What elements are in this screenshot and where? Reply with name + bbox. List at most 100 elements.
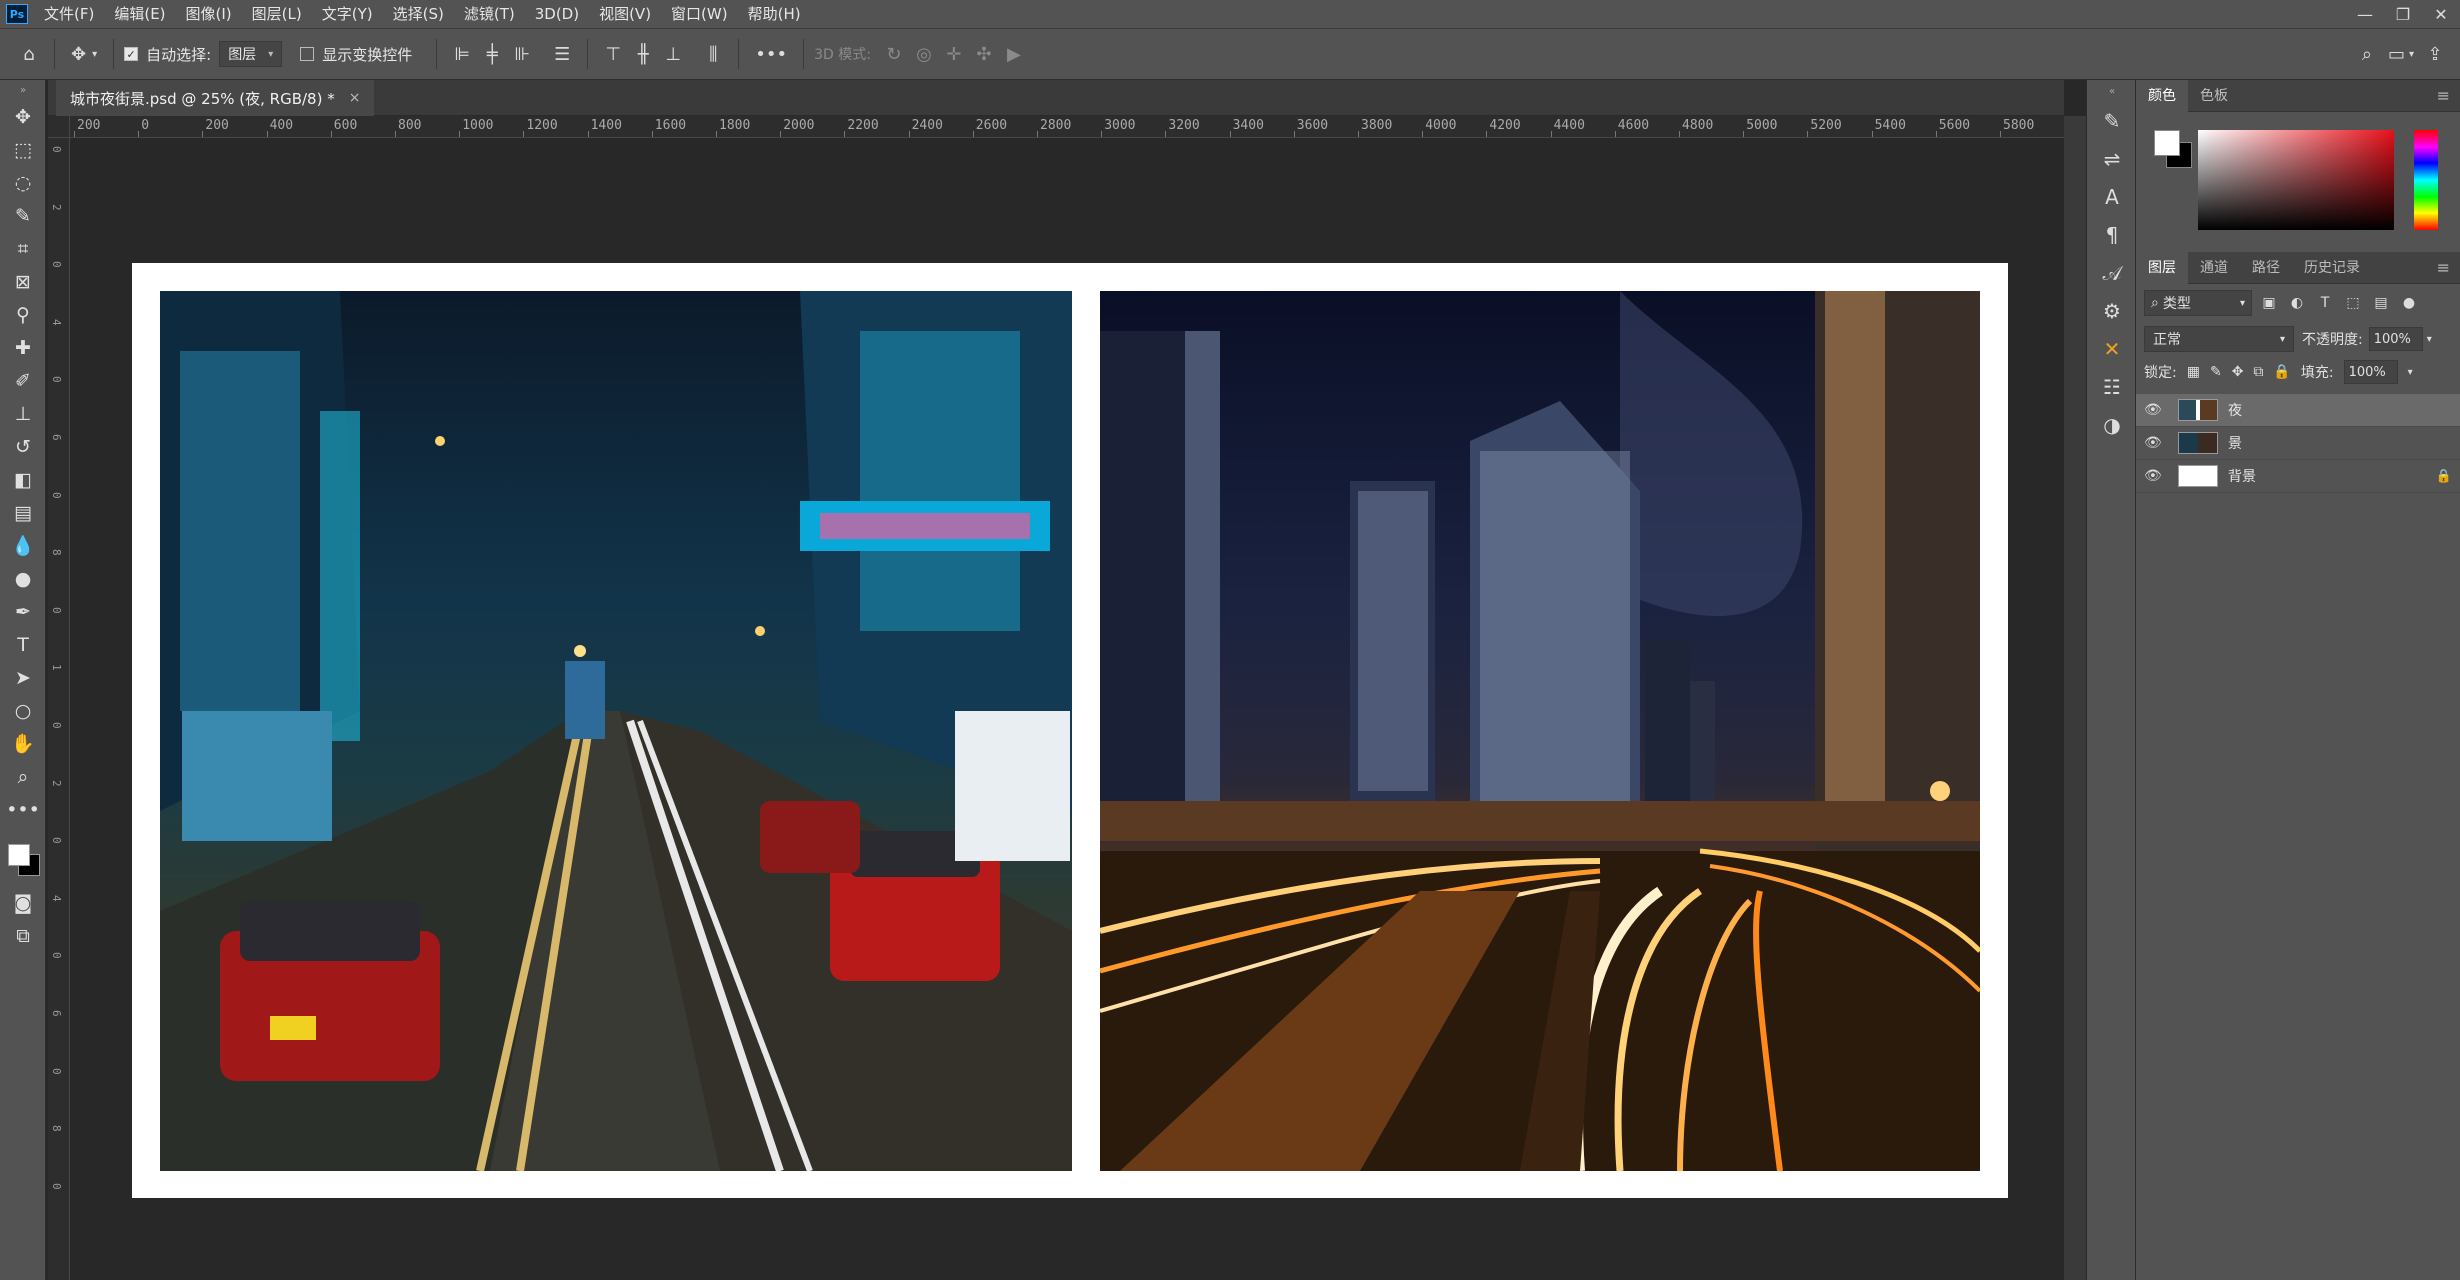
more-options-icon[interactable]: ••• [749,36,793,72]
menu-window[interactable]: 窗口(W) [661,0,738,28]
zoom-tool-icon[interactable]: ⌕ [0,760,46,793]
align-left-icon[interactable]: ⊫ [447,36,477,72]
menu-image[interactable]: 图像(I) [176,0,242,28]
menu-view[interactable]: 视图(V) [589,0,661,28]
filter-toggle-icon[interactable]: ● [2398,292,2420,314]
visibility-eye-icon[interactable]: 👁 [2144,435,2168,451]
menu-type[interactable]: 文字(Y) [312,0,383,28]
eyedropper-tool-icon[interactable]: ⚲ [0,298,46,331]
blend-mode-dropdown[interactable]: 正常 ▾ [2144,326,2294,352]
clone-stamp-tool-icon[interactable]: ⊥ [0,397,46,430]
3d-pan-icon[interactable]: ✛ [939,36,969,72]
minimize-button[interactable]: — [2346,0,2384,28]
properties-panel-icon[interactable]: ☷ [2087,368,2137,406]
adjust-sliders-icon[interactable]: ⇌ [2087,140,2137,178]
chevron-down-icon[interactable]: ▾ [2427,334,2432,345]
horizontal-ruler[interactable]: 200 0 200 400 600 800 1000 1200 1400 1600 1800 2000… [70,116,2064,138]
gradient-tool-icon[interactable]: ▤ [0,496,46,529]
distribute-v-icon[interactable]: ⫼ [698,36,728,72]
vertical-scrollbar[interactable] [2064,116,2086,1280]
foreground-color-swatch[interactable] [8,844,30,866]
close-button[interactable]: ✕ [2422,0,2460,28]
hue-slider[interactable] [2414,130,2438,230]
auto-select-checkbox[interactable]: ✓ [124,47,139,61]
restore-button[interactable]: ❐ [2384,0,2422,28]
tab-history[interactable]: 历史记录 [2292,252,2372,284]
panel-menu-icon[interactable]: ≡ [2437,258,2450,277]
distribute-h-icon[interactable]: ☰ [547,36,577,72]
collapse-toolbar-icon[interactable]: » [0,80,46,100]
visibility-eye-icon[interactable]: 👁 [2144,468,2168,484]
align-top-icon[interactable]: ⊤ [598,36,628,72]
visibility-eye-icon[interactable]: 👁 [2144,402,2168,418]
edit-toolbar-icon[interactable]: ••• [0,793,46,826]
panel-menu-icon[interactable]: ≡ [2437,86,2450,105]
document-canvas[interactable] [132,263,2008,1198]
lock-all-icon[interactable]: 🔒 [2273,364,2290,380]
filter-pixel-icon[interactable]: ▣ [2258,292,2280,314]
marquee-tool-icon[interactable]: ⬚ [0,133,46,166]
blur-tool-icon[interactable]: 💧 [0,529,46,562]
quick-select-tool-icon[interactable]: ✎ [0,199,46,232]
auto-select-dropdown[interactable]: 图层 ▾ [219,41,283,67]
color-swatches[interactable] [0,826,46,886]
lock-pixels-icon[interactable]: ✎ [2210,364,2222,380]
character-panel-icon[interactable]: A [2087,178,2137,216]
move-tool-icon[interactable]: ✥ [0,100,46,133]
lock-transparent-icon[interactable]: ▦ [2187,364,2200,380]
quick-mask-icon[interactable]: ◙ [0,886,46,919]
filter-smart-object-icon[interactable]: ▤ [2370,292,2392,314]
menu-help[interactable]: 帮助(H) [738,0,811,28]
menu-select[interactable]: 选择(S) [383,0,454,28]
fill-field[interactable]: 100% [2343,360,2398,384]
history-brush-tool-icon[interactable]: ↺ [0,430,46,463]
align-right-icon[interactable]: ⊪ [507,36,537,72]
3d-orbit-icon[interactable]: ↻ [879,36,909,72]
filter-shape-icon[interactable]: ⬚ [2342,292,2364,314]
layer-row[interactable]: 👁 夜 [2136,394,2460,427]
align-bottom-icon[interactable]: ⊥ [658,36,688,72]
3d-slide-icon[interactable]: ✣ [969,36,999,72]
glyphs-panel-icon[interactable]: 𝒜 [2087,254,2137,292]
screen-mode-icon[interactable]: ⧉ [0,919,46,952]
menu-layer[interactable]: 图层(L) [242,0,312,28]
show-transform-checkbox[interactable] [300,47,315,61]
tab-channels[interactable]: 通道 [2188,252,2240,284]
brush-tool-icon[interactable]: ✐ [0,364,46,397]
align-center-h-icon[interactable]: ╪ [477,36,507,72]
healing-brush-tool-icon[interactable]: ✚ [0,331,46,364]
learn-panel-icon[interactable]: ⚙ [2087,292,2137,330]
crop-tool-icon[interactable]: ⌗ [0,232,46,265]
home-icon[interactable]: ⌂ [14,36,44,72]
document-tab[interactable]: 城市夜街景.psd @ 25% (夜, RGB/8) * × [56,80,375,116]
tab-paths[interactable]: 路径 [2240,252,2292,284]
collapse-panels-icon[interactable]: « [2087,80,2137,102]
menu-filter[interactable]: 滤镜(T) [454,0,525,28]
3d-camera-icon[interactable]: ▶ [999,36,1029,72]
search-icon[interactable]: ⌕ [2352,36,2382,72]
path-select-tool-icon[interactable]: ➤ [0,661,46,694]
eraser-tool-icon[interactable]: ◧ [0,463,46,496]
tab-layers[interactable]: 图层 [2136,251,2188,284]
menu-3d[interactable]: 3D(D) [525,0,589,28]
tab-swatches[interactable]: 色板 [2188,80,2240,112]
filter-type-icon[interactable]: T [2314,292,2336,314]
panel-foreground-swatch[interactable] [2154,130,2180,156]
dodge-tool-icon[interactable]: ● [0,562,46,595]
paragraph-panel-icon[interactable]: ¶ [2087,216,2137,254]
move-tool-preset-icon[interactable]: ✥ ▾ [65,36,103,72]
adjustments-panel-icon[interactable]: ◑ [2087,406,2137,444]
frame-tool-icon[interactable]: ⊠ [0,265,46,298]
ellipse-tool-icon[interactable]: ○ [0,694,46,727]
lasso-tool-icon[interactable]: ◌ [0,166,46,199]
vertical-ruler[interactable]: 0 2 0 4 0 6 0 8 0 1 0 2 0 4 0 6 0 8 0 [48,138,70,1280]
pen-tool-icon[interactable]: ✒ [0,595,46,628]
layer-filter-dropdown[interactable]: ⌕ 类型 ▾ [2144,290,2252,316]
opacity-field[interactable]: 100% [2368,327,2423,351]
3d-roll-icon[interactable]: ◎ [909,36,939,72]
tools-cross-icon[interactable]: ✕ [2087,330,2137,368]
chevron-down-icon[interactable]: ▾ [2408,367,2413,378]
color-field[interactable] [2198,130,2394,230]
workspace-icon[interactable]: ▭ ▾ [2382,36,2420,72]
ruler-origin[interactable] [48,116,70,138]
